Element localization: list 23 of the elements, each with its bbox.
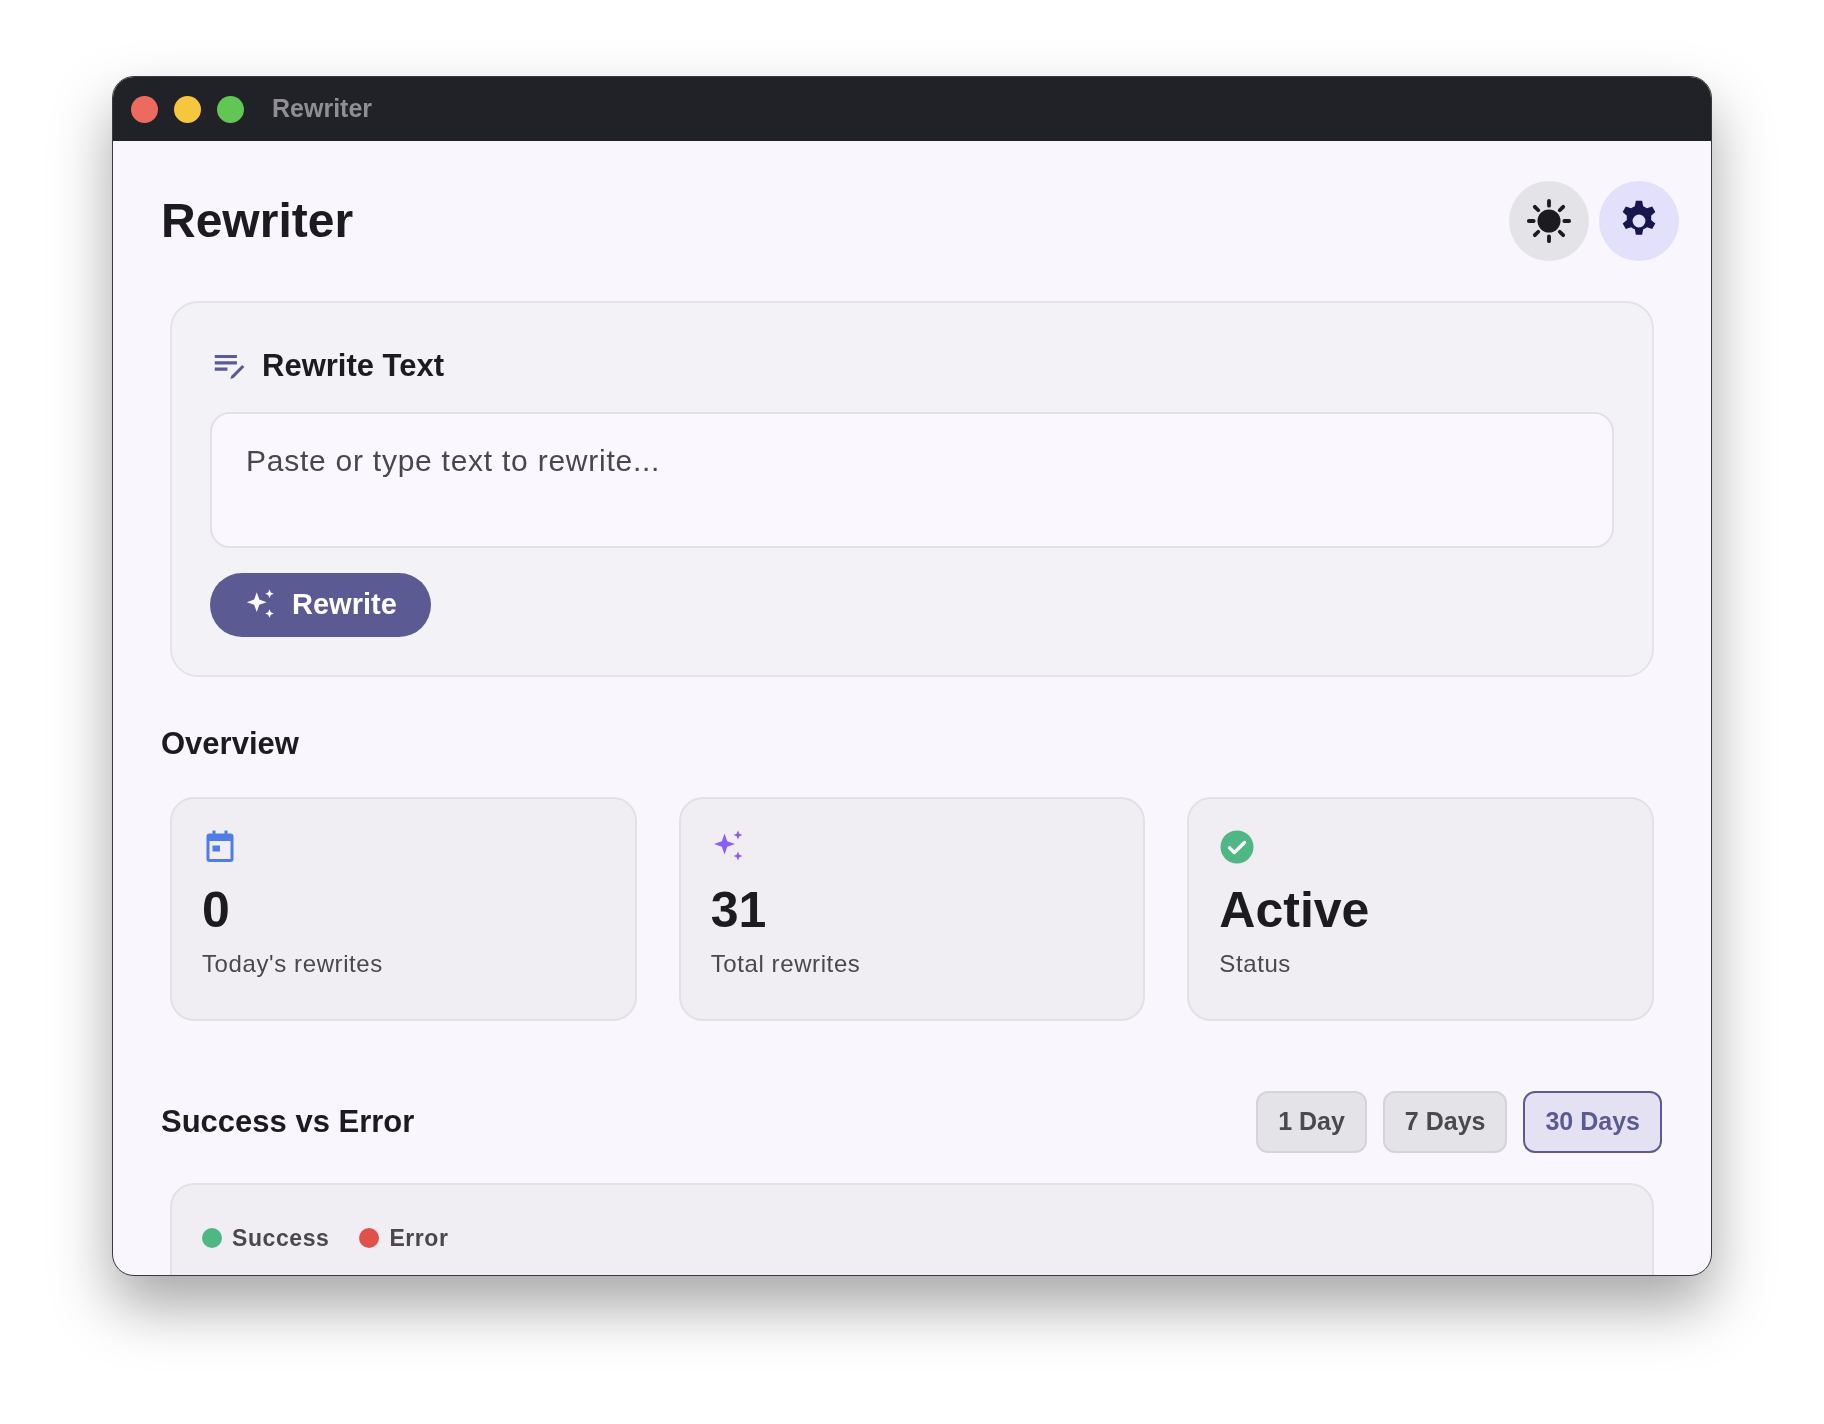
window-title: Rewriter: [272, 93, 373, 125]
stat-label: Total rewrites: [710, 949, 862, 979]
rewrite-button[interactable]: Rewrite: [210, 572, 431, 637]
range-tab[interactable]: 7 Days: [1382, 1091, 1508, 1153]
rewrite-input[interactable]: Paste or type text to rewrite...: [210, 411, 1614, 548]
app-title: Rewriter: [161, 193, 354, 249]
stat-value: 0: [202, 883, 231, 938]
sun-icon: [1526, 198, 1572, 244]
section-title: Overview: [161, 724, 300, 763]
card-title: Rewrite Text: [262, 347, 445, 385]
stat-label: Status: [1219, 949, 1292, 979]
stat-value: Active: [1219, 883, 1371, 938]
stat-value: 31: [710, 883, 768, 938]
close-window-button[interactable]: [131, 95, 158, 123]
range-tab[interactable]: 30 Days: [1523, 1091, 1662, 1153]
legend-label: Error: [389, 1224, 449, 1253]
legend-label: Success: [232, 1224, 330, 1253]
section-title: Success vs Error: [161, 1102, 415, 1141]
maximize-window-button[interactable]: [217, 95, 244, 123]
minimize-window-button[interactable]: [174, 95, 201, 123]
range-tab[interactable]: 1 Day: [1256, 1091, 1367, 1153]
check-circle-icon: [1219, 829, 1256, 865]
stat-label: Today's rewrites: [202, 949, 384, 979]
